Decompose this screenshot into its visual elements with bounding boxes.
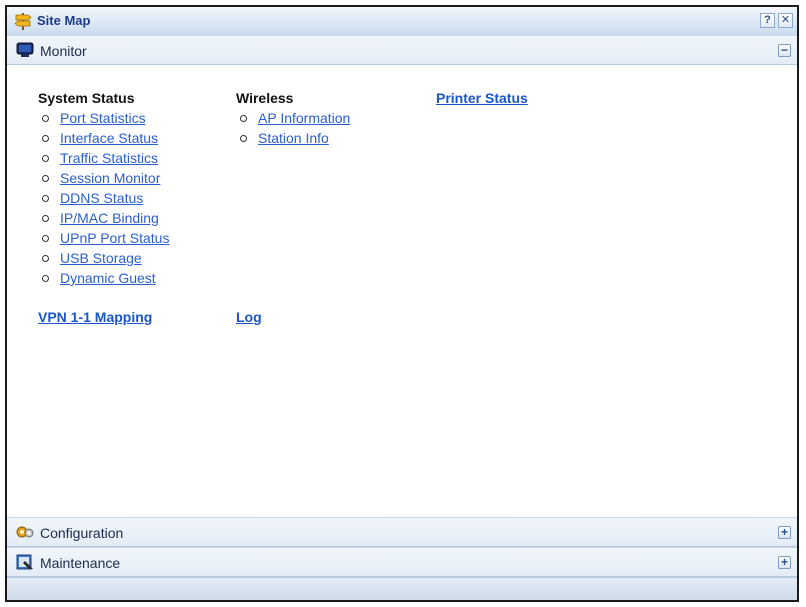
bullet-icon	[42, 255, 49, 262]
link-ip-mac-binding[interactable]: IP/MAC Binding	[60, 210, 159, 226]
link-interface-status[interactable]: Interface Status	[60, 130, 158, 146]
section-label-monitor: Monitor	[40, 43, 87, 59]
list-item: Traffic Statistics	[38, 148, 169, 168]
link-ddns-status[interactable]: DDNS Status	[60, 190, 143, 206]
list-item: Interface Status	[38, 128, 169, 148]
bullet-icon	[240, 135, 247, 142]
help-button[interactable]: ?	[760, 13, 775, 28]
footer-bar	[7, 577, 797, 600]
list-item: DDNS Status	[38, 188, 169, 208]
section-header-configuration[interactable]: Configuration +	[7, 517, 797, 547]
link-upnp-port-status[interactable]: UPnP Port Status	[60, 230, 169, 246]
section-label-maintenance: Maintenance	[40, 555, 121, 571]
close-button[interactable]: ✕	[778, 13, 793, 28]
link-log[interactable]: Log	[236, 309, 262, 325]
link-session-monitor[interactable]: Session Monitor	[60, 170, 160, 186]
list-item: Port Statistics	[38, 108, 169, 128]
system-status-column: System Status Port Statistics Interface …	[38, 89, 169, 288]
maintenance-icon	[16, 554, 33, 570]
site-map-window: Site Map ? ✕ Monitor − System Status Por…	[5, 5, 799, 602]
section-header-maintenance[interactable]: Maintenance +	[7, 547, 797, 577]
system-status-title: System Status	[38, 90, 135, 106]
link-station-info[interactable]: Station Info	[258, 130, 329, 146]
bullet-icon	[42, 275, 49, 282]
link-port-statistics[interactable]: Port Statistics	[60, 110, 146, 126]
section-header-monitor[interactable]: Monitor −	[7, 35, 797, 65]
bullet-icon	[240, 115, 247, 122]
window-title: Site Map	[37, 13, 91, 28]
system-status-list: Port Statistics Interface Status Traffic…	[38, 108, 169, 288]
link-usb-storage[interactable]: USB Storage	[60, 250, 142, 266]
section-label-configuration: Configuration	[40, 525, 124, 541]
gears-icon	[16, 526, 34, 538]
bullet-icon	[42, 235, 49, 242]
bullet-icon	[42, 195, 49, 202]
list-item: AP Information	[236, 108, 350, 128]
list-item: Station Info	[236, 128, 350, 148]
bullet-icon	[42, 215, 49, 222]
list-item: Dynamic Guest	[38, 268, 169, 288]
wireless-title: Wireless	[236, 90, 294, 106]
monitor-icon	[16, 42, 34, 57]
link-printer-status[interactable]: Printer Status	[436, 89, 528, 108]
expand-maintenance-button[interactable]: +	[778, 556, 791, 569]
monitor-panel: System Status Port Statistics Interface …	[7, 65, 797, 517]
link-dynamic-guest[interactable]: Dynamic Guest	[60, 270, 156, 286]
link-ap-information[interactable]: AP Information	[258, 110, 350, 126]
bullet-icon	[42, 175, 49, 182]
wireless-list: AP Information Station Info	[236, 108, 350, 148]
bullet-icon	[42, 135, 49, 142]
list-item: UPnP Port Status	[38, 228, 169, 248]
collapse-monitor-button[interactable]: −	[778, 44, 791, 57]
link-traffic-statistics[interactable]: Traffic Statistics	[60, 150, 158, 166]
printer-column: Printer Status	[436, 89, 528, 108]
link-vpn-1-1-mapping[interactable]: VPN 1-1 Mapping	[38, 309, 152, 325]
list-item: IP/MAC Binding	[38, 208, 169, 228]
signpost-icon	[14, 13, 32, 30]
wireless-column: Wireless AP Information Station Info	[236, 89, 350, 148]
title-bar: Site Map ? ✕	[7, 7, 797, 36]
list-item: USB Storage	[38, 248, 169, 268]
expand-configuration-button[interactable]: +	[778, 526, 791, 539]
bullet-icon	[42, 155, 49, 162]
list-item: Session Monitor	[38, 168, 169, 188]
bullet-icon	[42, 115, 49, 122]
